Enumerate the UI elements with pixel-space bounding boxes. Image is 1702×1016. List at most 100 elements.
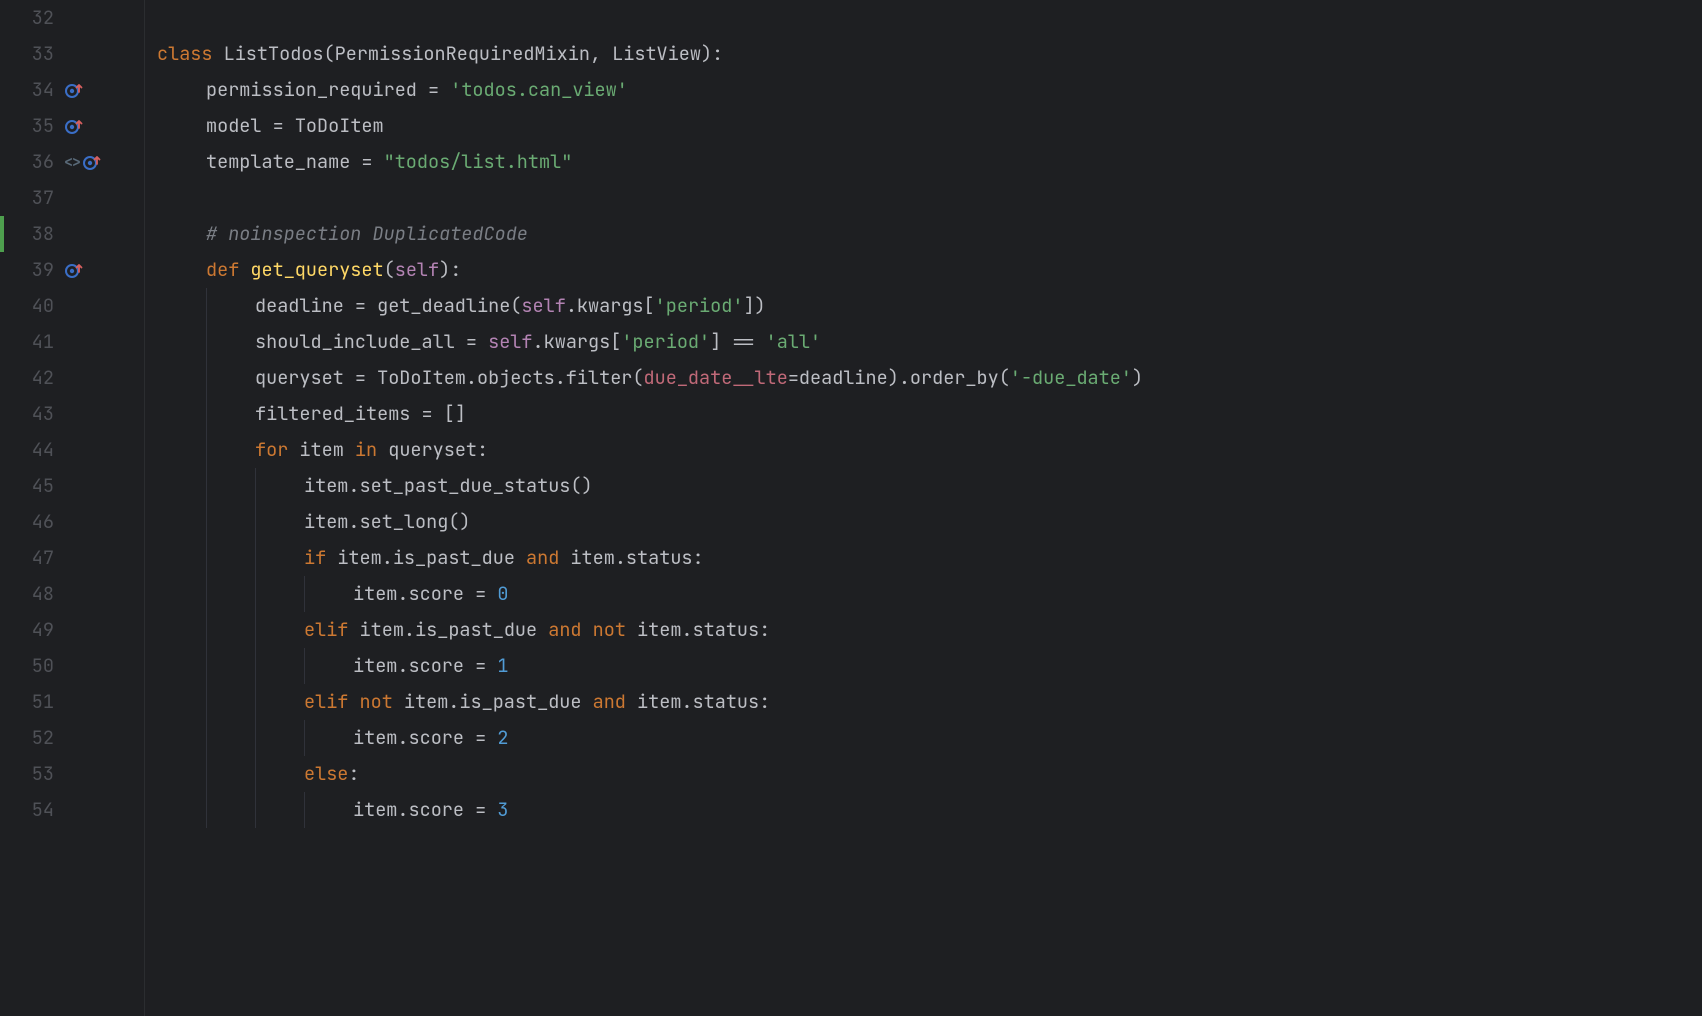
- override-icon[interactable]: [64, 260, 84, 280]
- code-line[interactable]: item.set_long(): [157, 504, 1702, 540]
- code-line[interactable]: should_include_all = self.kwargs['period…: [157, 324, 1702, 360]
- code-text[interactable]: model = ToDoItem: [206, 108, 384, 144]
- gutter-row[interactable]: 44: [0, 432, 144, 468]
- line-number[interactable]: 51: [0, 684, 60, 720]
- code-text[interactable]: # noinspection DuplicatedCode: [206, 216, 528, 252]
- override-icon[interactable]: [64, 116, 84, 136]
- code-line[interactable]: item.score = 1: [157, 648, 1702, 684]
- gutter-row[interactable]: 34: [0, 72, 144, 108]
- code-editor[interactable]: 323334 35 36<> 373839 404142434445464748…: [0, 0, 1702, 1016]
- code-text[interactable]: item.set_past_due_status(): [304, 468, 593, 504]
- code-text[interactable]: for item in queryset:: [255, 432, 488, 468]
- gutter-row[interactable]: 32: [0, 0, 144, 36]
- line-number[interactable]: 50: [0, 648, 60, 684]
- code-text[interactable]: else:: [304, 756, 360, 792]
- code-text[interactable]: item.score = 1: [353, 648, 508, 684]
- gutter-row[interactable]: 36<>: [0, 144, 144, 180]
- code-text[interactable]: filtered_items = []: [255, 396, 466, 432]
- gutter-row[interactable]: 47: [0, 540, 144, 576]
- code-line[interactable]: item.score = 2: [157, 720, 1702, 756]
- line-number[interactable]: 44: [0, 432, 60, 468]
- code-text[interactable]: elif item.is_past_due and not item.statu…: [304, 612, 770, 648]
- code-line[interactable]: model = ToDoItem: [157, 108, 1702, 144]
- code-line[interactable]: filtered_items = []: [157, 396, 1702, 432]
- code-text[interactable]: if item.is_past_due and item.status:: [304, 540, 704, 576]
- line-number[interactable]: 47: [0, 540, 60, 576]
- code-text[interactable]: deadline = get_deadline(self.kwargs['per…: [255, 288, 766, 324]
- line-number[interactable]: 45: [0, 468, 60, 504]
- code-line[interactable]: permission_required = 'todos.can_view': [157, 72, 1702, 108]
- gutter-row[interactable]: 52: [0, 720, 144, 756]
- line-number[interactable]: 46: [0, 504, 60, 540]
- gutter-row[interactable]: 53: [0, 756, 144, 792]
- line-number[interactable]: 39: [0, 252, 60, 288]
- line-number[interactable]: 32: [0, 0, 60, 36]
- gutter: 323334 35 36<> 373839 404142434445464748…: [0, 0, 145, 1016]
- gutter-row[interactable]: 33: [0, 36, 144, 72]
- gutter-row[interactable]: 37: [0, 180, 144, 216]
- line-number[interactable]: 34: [0, 72, 60, 108]
- line-number[interactable]: 38: [0, 216, 60, 252]
- line-number[interactable]: 52: [0, 720, 60, 756]
- gutter-row[interactable]: 50: [0, 648, 144, 684]
- html-element-icon[interactable]: <>: [64, 144, 80, 180]
- line-number[interactable]: 33: [0, 36, 60, 72]
- gutter-row[interactable]: 39: [0, 252, 144, 288]
- code-line[interactable]: [157, 0, 1702, 36]
- line-number[interactable]: 43: [0, 396, 60, 432]
- gutter-icons: <>: [64, 144, 102, 180]
- code-line[interactable]: deadline = get_deadline(self.kwargs['per…: [157, 288, 1702, 324]
- line-number[interactable]: 42: [0, 360, 60, 396]
- gutter-row[interactable]: 40: [0, 288, 144, 324]
- code-text[interactable]: queryset = ToDoItem.objects.filter(due_d…: [255, 360, 1143, 396]
- line-number[interactable]: 53: [0, 756, 60, 792]
- override-icon[interactable]: [64, 80, 84, 100]
- gutter-row[interactable]: 42: [0, 360, 144, 396]
- code-text[interactable]: item.score = 0: [353, 576, 508, 612]
- override-icon[interactable]: [82, 152, 102, 172]
- code-line[interactable]: item.score = 0: [157, 576, 1702, 612]
- gutter-row[interactable]: 46: [0, 504, 144, 540]
- code-area[interactable]: class ListTodos(PermissionRequiredMixin,…: [145, 0, 1702, 1016]
- code-text[interactable]: item.set_long(): [304, 504, 471, 540]
- code-line[interactable]: if item.is_past_due and item.status:: [157, 540, 1702, 576]
- code-text[interactable]: permission_required = 'todos.can_view': [206, 72, 628, 108]
- gutter-row[interactable]: 45: [0, 468, 144, 504]
- line-number[interactable]: 48: [0, 576, 60, 612]
- gutter-row[interactable]: 41: [0, 324, 144, 360]
- code-line[interactable]: item.set_past_due_status(): [157, 468, 1702, 504]
- gutter-row[interactable]: 48: [0, 576, 144, 612]
- gutter-icons: [64, 80, 84, 100]
- line-number[interactable]: 49: [0, 612, 60, 648]
- code-text[interactable]: item.score = 2: [353, 720, 508, 756]
- line-number[interactable]: 37: [0, 180, 60, 216]
- code-line[interactable]: queryset = ToDoItem.objects.filter(due_d…: [157, 360, 1702, 396]
- code-text[interactable]: should_include_all = self.kwargs['period…: [255, 324, 821, 360]
- gutter-row[interactable]: 49: [0, 612, 144, 648]
- gutter-row[interactable]: 35: [0, 108, 144, 144]
- code-line[interactable]: elif not item.is_past_due and item.statu…: [157, 684, 1702, 720]
- code-line[interactable]: template_name = "todos/list.html": [157, 144, 1702, 180]
- code-line[interactable]: for item in queryset:: [157, 432, 1702, 468]
- line-number[interactable]: 54: [0, 792, 60, 828]
- gutter-row[interactable]: 38: [0, 216, 144, 252]
- code-line[interactable]: def get_queryset(self):: [157, 252, 1702, 288]
- code-line[interactable]: [157, 180, 1702, 216]
- line-number[interactable]: 36: [0, 144, 60, 180]
- code-text[interactable]: item.score = 3: [353, 792, 508, 828]
- gutter-row[interactable]: 54: [0, 792, 144, 828]
- code-line[interactable]: item.score = 3: [157, 792, 1702, 828]
- code-line[interactable]: # noinspection DuplicatedCode: [157, 216, 1702, 252]
- code-text[interactable]: class ListTodos(PermissionRequiredMixin,…: [157, 36, 723, 72]
- code-text[interactable]: elif not item.is_past_due and item.statu…: [304, 684, 770, 720]
- code-text[interactable]: def get_queryset(self):: [206, 252, 461, 288]
- line-number[interactable]: 41: [0, 324, 60, 360]
- line-number[interactable]: 40: [0, 288, 60, 324]
- code-line[interactable]: else:: [157, 756, 1702, 792]
- gutter-row[interactable]: 43: [0, 396, 144, 432]
- code-line[interactable]: elif item.is_past_due and not item.statu…: [157, 612, 1702, 648]
- line-number[interactable]: 35: [0, 108, 60, 144]
- code-line[interactable]: class ListTodos(PermissionRequiredMixin,…: [157, 36, 1702, 72]
- code-text[interactable]: template_name = "todos/list.html": [206, 144, 572, 180]
- gutter-row[interactable]: 51: [0, 684, 144, 720]
